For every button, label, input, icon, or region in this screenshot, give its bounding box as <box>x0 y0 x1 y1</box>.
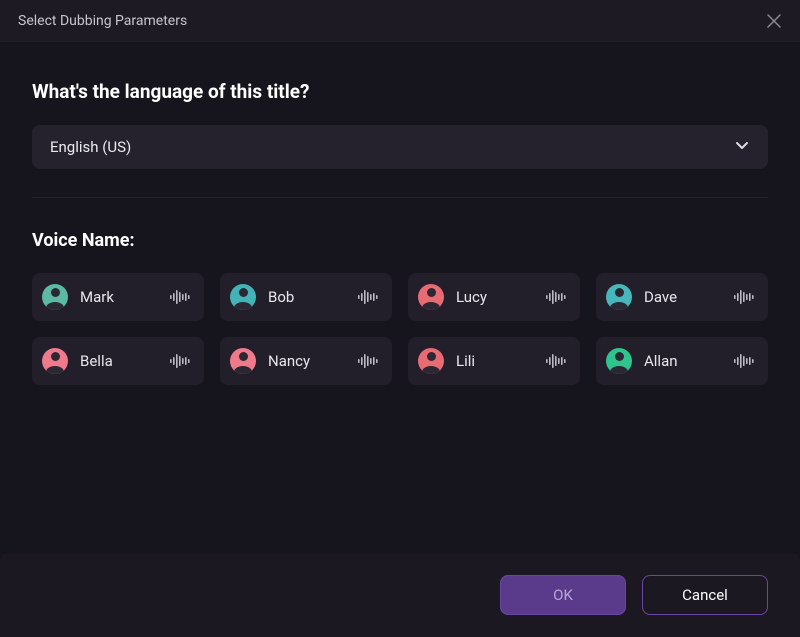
ok-button[interactable]: OK <box>500 575 626 615</box>
voice-card[interactable]: Nancy <box>220 337 392 385</box>
voice-name-label: Allan <box>644 352 734 370</box>
language-select[interactable]: English (US) <box>32 125 768 169</box>
voice-card[interactable]: Bella <box>32 337 204 385</box>
voice-card[interactable]: Dave <box>596 273 768 321</box>
voice-card[interactable]: Bob <box>220 273 392 321</box>
voice-name-label: Nancy <box>268 352 358 370</box>
dialog-content: What's the language of this title? Engli… <box>0 42 800 385</box>
avatar <box>42 284 68 310</box>
waveform-icon[interactable] <box>734 290 754 304</box>
avatar <box>42 348 68 374</box>
waveform-icon[interactable] <box>546 290 566 304</box>
avatar <box>418 348 444 374</box>
chevron-down-icon <box>734 137 750 157</box>
waveform-icon[interactable] <box>358 290 378 304</box>
voice-name-label: Bella <box>80 352 170 370</box>
voice-name-label: Bob <box>268 288 358 306</box>
dialog-title: Select Dubbing Parameters <box>18 13 187 29</box>
waveform-icon[interactable] <box>546 354 566 368</box>
divider <box>32 197 768 198</box>
waveform-icon[interactable] <box>170 290 190 304</box>
avatar <box>606 348 632 374</box>
voice-card[interactable]: Lili <box>408 337 580 385</box>
language-select-value: English (US) <box>50 138 131 156</box>
voice-name-label: Mark <box>80 288 170 306</box>
avatar <box>418 284 444 310</box>
language-heading: What's the language of this title? <box>32 80 768 103</box>
waveform-icon[interactable] <box>734 354 754 368</box>
titlebar: Select Dubbing Parameters <box>0 0 800 42</box>
avatar <box>230 284 256 310</box>
avatar <box>606 284 632 310</box>
ok-button-label: OK <box>553 586 573 604</box>
voice-name-label: Lili <box>456 352 546 370</box>
voice-card[interactable]: Allan <box>596 337 768 385</box>
avatar <box>230 348 256 374</box>
dialog-footer: OK Cancel <box>0 553 800 637</box>
voice-grid: Mark Bob Lucy Dave Bella Nancy Lili Allan <box>32 273 768 385</box>
voice-card[interactable]: Mark <box>32 273 204 321</box>
close-icon[interactable] <box>766 13 782 29</box>
cancel-button-label: Cancel <box>682 586 728 604</box>
voice-section-label: Voice Name: <box>32 230 768 251</box>
waveform-icon[interactable] <box>358 354 378 368</box>
voice-name-label: Lucy <box>456 288 546 306</box>
cancel-button[interactable]: Cancel <box>642 575 768 615</box>
voice-card[interactable]: Lucy <box>408 273 580 321</box>
waveform-icon[interactable] <box>170 354 190 368</box>
voice-name-label: Dave <box>644 288 734 306</box>
